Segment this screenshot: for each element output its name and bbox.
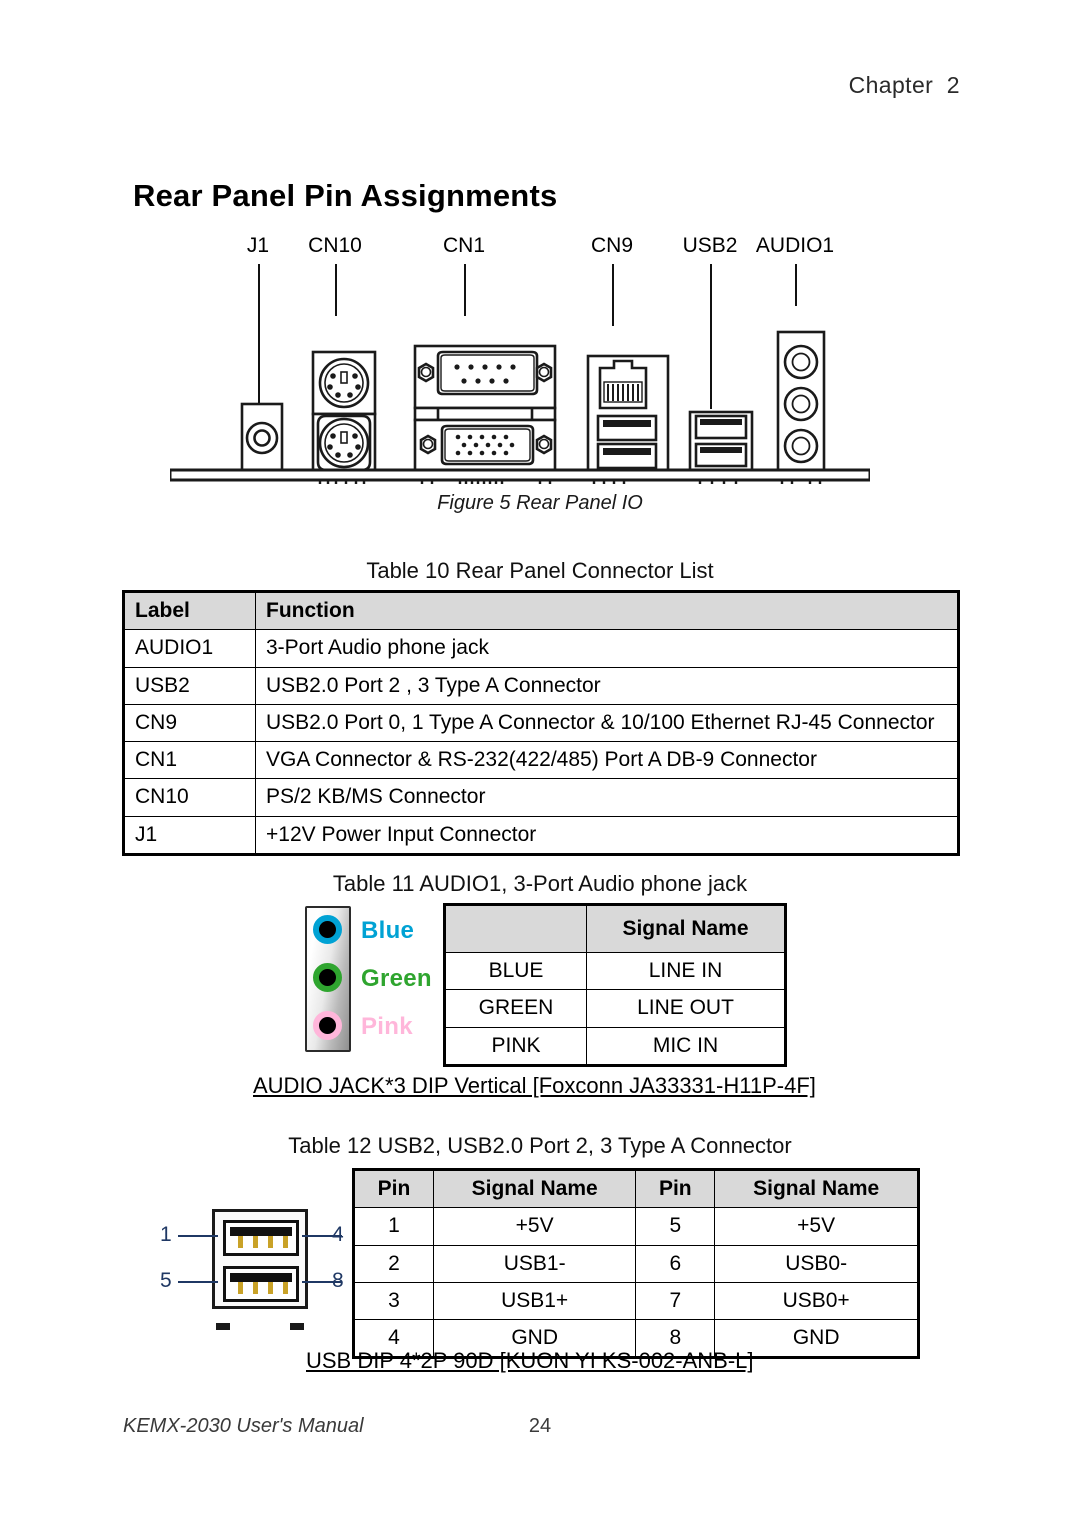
usb-feet [216,1323,304,1330]
cell-label: J1 [123,815,256,855]
cell-signal: LINE OUT [586,989,786,1028]
cell-pin-left: 3 [353,1281,434,1321]
usb-lead-pin5 [178,1281,218,1283]
table-row: CN9 USB2.0 Port 0, 1 Type A Connector & … [123,703,959,743]
table-row: 3 USB1+ 7 USB0+ [353,1281,919,1321]
cell-pin-left: 2 [353,1244,434,1283]
table-row: BLUE LINE IN [444,951,786,991]
audio-label-green: Green [361,965,432,992]
audio-jack-green [313,963,342,992]
table-row: J1 +12V Power Input Connector [123,815,959,855]
audio-jack-blue [313,915,342,944]
rear-panel-connector-list-table: Label Function AUDIO1 3-Port Audio phone… [122,590,960,856]
cell-signal-left: USB1- [432,1244,637,1283]
cell-signal-right: +5V [714,1207,919,1246]
usb-body [212,1209,308,1309]
io-label-j1: J1 [246,234,270,257]
cell-function: USB2.0 Port 0, 1 Type A Connector & 10/1… [255,703,959,743]
cell-function: +12V Power Input Connector [255,815,959,855]
io-label-cn9: CN9 [590,234,634,257]
figure-caption: Figure 5 Rear Panel IO [437,492,643,514]
table11-caption: Table 11 AUDIO1, 3-Port Audio phone jack [332,871,748,896]
cell-function: VGA Connector & RS-232(422/485) Port A D… [255,740,959,780]
cell-signal-right: USB0- [714,1244,919,1283]
col-header-pin-left: Pin [353,1168,434,1209]
table12-caption: Table 12 USB2, USB2.0 Port 2, 3 Type A C… [288,1133,792,1158]
col-header-function: Function [255,590,959,631]
usb-port-top [223,1220,299,1256]
audio-jack-pink [313,1011,342,1040]
cell-signal: LINE IN [586,951,786,991]
cell-color: PINK [444,1026,587,1066]
usb-port-bottom [223,1266,299,1302]
usb-pins-top [238,1236,288,1248]
col-header-signal-name-right: Signal Name [714,1168,919,1209]
usb-connector-graphic: 1 4 5 8 [160,1205,350,1330]
rear-panel-drawing [170,330,870,484]
usb2-pin-table: Pin Signal Name Pin Signal Name 1 +5V 5 … [352,1168,920,1360]
cell-pin-right: 6 [635,1244,716,1283]
io-label-audio1: AUDIO1 [755,234,835,257]
usb-pin-number-5: 5 [160,1269,172,1292]
usb-pin-number-8: 8 [332,1269,344,1292]
usb-part-note: USB DIP 4*2P 90D [KUON YI KS-002-ANB-L] [306,1348,754,1373]
cell-function: 3-Port Audio phone jack [255,629,959,668]
audio1-signal-table: Signal Name BLUE LINE IN GREEN LINE OUT … [443,903,787,1067]
table-row: AUDIO1 3-Port Audio phone jack [123,629,959,668]
col-header-signal-name-left: Signal Name [432,1168,637,1209]
cell-function: USB2.0 Port 2 , 3 Type A Connector [255,666,959,705]
usb-pin-number-4: 4 [332,1223,344,1246]
table-row: USB2 USB2.0 Port 2 , 3 Type A Connector [123,666,959,705]
audio-jack-graphic: Blue Green Pink [305,903,437,1055]
audio-part-note: AUDIO JACK*3 DIP Vertical [Foxconn JA333… [253,1073,816,1098]
table-header-row: Label Function [123,590,959,631]
usb-pin-number-1: 1 [160,1223,172,1246]
table-header-row: Signal Name [444,904,786,953]
col-header-label: Label [123,590,256,631]
page-title: Rear Panel Pin Assignments [133,177,558,213]
cell-pin-right: 5 [635,1207,716,1246]
table-row: CN10 PS/2 KB/MS Connector [123,778,959,817]
col-header-color [444,904,587,953]
table-row: PINK MIC IN [444,1026,786,1066]
cell-label: USB2 [123,666,256,705]
table-row: 2 USB1- 6 USB0- [353,1244,919,1283]
cell-signal-right: USB0+ [714,1281,919,1321]
cell-label: CN1 [123,740,256,780]
col-header-signal-name: Signal Name [586,904,786,953]
table-row: CN1 VGA Connector & RS-232(422/485) Port… [123,740,959,780]
io-label-cn10: CN10 [308,234,362,257]
rear-panel-io-figure: J1 CN10 CN1 CN9 USB2 AUDIO1 [170,234,870,484]
audio-label-pink: Pink [361,1013,413,1040]
cell-signal-left: +5V [432,1207,637,1246]
cell-label: AUDIO1 [123,629,256,668]
footer-page-number: 24 [528,1415,552,1437]
chapter-running-head: Chapter 2 [848,72,960,98]
io-label-usb2: USB2 [682,234,738,257]
cell-function: PS/2 KB/MS Connector [255,778,959,817]
cell-color: BLUE [444,951,587,991]
table10-caption: Table 10 Rear Panel Connector List [366,558,714,583]
usb-lead-pin1 [178,1235,218,1237]
io-label-cn1: CN1 [442,234,486,257]
cell-color: GREEN [444,989,587,1028]
table-row: GREEN LINE OUT [444,989,786,1028]
col-header-pin-right: Pin [635,1168,716,1209]
cell-pin-right: 7 [635,1281,716,1321]
audio-label-blue: Blue [361,917,415,944]
cell-label: CN9 [123,703,256,743]
table-header-row: Pin Signal Name Pin Signal Name [353,1168,919,1209]
cell-signal: MIC IN [586,1026,786,1066]
cell-label: CN10 [123,778,256,817]
cell-pin-left: 1 [353,1207,434,1246]
usb-pins-bottom [238,1282,288,1294]
cell-signal-left: USB1+ [432,1281,637,1321]
table-row: 1 +5V 5 +5V [353,1207,919,1246]
